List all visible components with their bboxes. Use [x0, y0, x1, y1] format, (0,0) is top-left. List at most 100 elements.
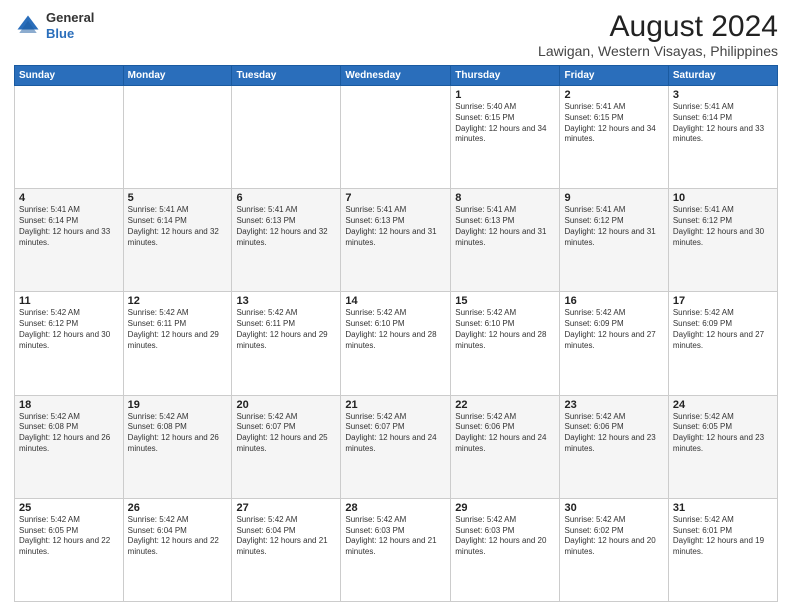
table-row: 15Sunrise: 5:42 AM Sunset: 6:10 PM Dayli…: [451, 292, 560, 395]
day-number: 1: [455, 89, 555, 101]
day-number: 15: [455, 295, 555, 307]
page-subtitle: Lawigan, Western Visayas, Philippines: [538, 43, 778, 59]
table-row: 31Sunrise: 5:42 AM Sunset: 6:01 PM Dayli…: [668, 498, 777, 601]
day-number: 5: [128, 192, 228, 204]
day-number: 19: [128, 399, 228, 411]
day-info: Sunrise: 5:41 AM Sunset: 6:13 PM Dayligh…: [236, 205, 336, 248]
table-row: 1Sunrise: 5:40 AM Sunset: 6:15 PM Daylig…: [451, 86, 560, 189]
header-thursday: Thursday: [451, 66, 560, 86]
header-saturday: Saturday: [668, 66, 777, 86]
table-row: 27Sunrise: 5:42 AM Sunset: 6:04 PM Dayli…: [232, 498, 341, 601]
table-row: 29Sunrise: 5:42 AM Sunset: 6:03 PM Dayli…: [451, 498, 560, 601]
day-number: 30: [564, 502, 663, 514]
table-row: 22Sunrise: 5:42 AM Sunset: 6:06 PM Dayli…: [451, 395, 560, 498]
table-row: 28Sunrise: 5:42 AM Sunset: 6:03 PM Dayli…: [341, 498, 451, 601]
day-number: 28: [345, 502, 446, 514]
day-number: 25: [19, 502, 119, 514]
day-info: Sunrise: 5:42 AM Sunset: 6:06 PM Dayligh…: [564, 412, 663, 455]
day-number: 6: [236, 192, 336, 204]
table-row: 5Sunrise: 5:41 AM Sunset: 6:14 PM Daylig…: [123, 189, 232, 292]
day-info: Sunrise: 5:42 AM Sunset: 6:09 PM Dayligh…: [564, 308, 663, 351]
table-row: 9Sunrise: 5:41 AM Sunset: 6:12 PM Daylig…: [560, 189, 668, 292]
table-row: 10Sunrise: 5:41 AM Sunset: 6:12 PM Dayli…: [668, 189, 777, 292]
table-row: 12Sunrise: 5:42 AM Sunset: 6:11 PM Dayli…: [123, 292, 232, 395]
day-info: Sunrise: 5:42 AM Sunset: 6:12 PM Dayligh…: [19, 308, 119, 351]
table-row: 21Sunrise: 5:42 AM Sunset: 6:07 PM Dayli…: [341, 395, 451, 498]
day-info: Sunrise: 5:42 AM Sunset: 6:03 PM Dayligh…: [345, 515, 446, 558]
day-number: 7: [345, 192, 446, 204]
day-number: 14: [345, 295, 446, 307]
calendar-header-row: Sunday Monday Tuesday Wednesday Thursday…: [15, 66, 778, 86]
title-block: August 2024 Lawigan, Western Visayas, Ph…: [538, 10, 778, 59]
day-info: Sunrise: 5:40 AM Sunset: 6:15 PM Dayligh…: [455, 102, 555, 145]
day-number: 21: [345, 399, 446, 411]
calendar-table: Sunday Monday Tuesday Wednesday Thursday…: [14, 65, 778, 602]
day-info: Sunrise: 5:41 AM Sunset: 6:13 PM Dayligh…: [455, 205, 555, 248]
table-row: 8Sunrise: 5:41 AM Sunset: 6:13 PM Daylig…: [451, 189, 560, 292]
calendar-week-2: 4 Sunrise: 5:41 AM Sunset: 6:14 PM Daylig…: [15, 189, 778, 292]
table-row: 19Sunrise: 5:42 AM Sunset: 6:08 PM Dayli…: [123, 395, 232, 498]
header-friday: Friday: [560, 66, 668, 86]
logo-icon: [14, 12, 42, 40]
header-sunday: Sunday: [15, 66, 124, 86]
day-info: Sunrise: 5:41 AM Sunset: 6:14 PM Dayligh…: [673, 102, 773, 145]
table-row: 13Sunrise: 5:42 AM Sunset: 6:11 PM Dayli…: [232, 292, 341, 395]
logo-blue-text: Blue: [46, 26, 74, 41]
day-number: 4: [19, 192, 119, 204]
table-row: 18Sunrise: 5:42 AM Sunset: 6:08 PM Dayli…: [15, 395, 124, 498]
day-number: 18: [19, 399, 119, 411]
day-info: Sunrise: 5:42 AM Sunset: 6:11 PM Dayligh…: [128, 308, 228, 351]
day-info: Sunrise: 5:42 AM Sunset: 6:05 PM Dayligh…: [19, 515, 119, 558]
calendar-week-4: 18Sunrise: 5:42 AM Sunset: 6:08 PM Dayli…: [15, 395, 778, 498]
table-row: 25Sunrise: 5:42 AM Sunset: 6:05 PM Dayli…: [15, 498, 124, 601]
day-number: 13: [236, 295, 336, 307]
table-row: 11Sunrise: 5:42 AM Sunset: 6:12 PM Dayli…: [15, 292, 124, 395]
calendar-week-3: 11Sunrise: 5:42 AM Sunset: 6:12 PM Dayli…: [15, 292, 778, 395]
day-number: 16: [564, 295, 663, 307]
day-number: 2: [564, 89, 663, 101]
day-number: 17: [673, 295, 773, 307]
day-info: Sunrise: 5:42 AM Sunset: 6:02 PM Dayligh…: [564, 515, 663, 558]
day-number: 12: [128, 295, 228, 307]
day-number: 8: [455, 192, 555, 204]
day-info: Sunrise: 5:42 AM Sunset: 6:10 PM Dayligh…: [345, 308, 446, 351]
day-info: Sunrise: 5:42 AM Sunset: 6:04 PM Dayligh…: [128, 515, 228, 558]
calendar-week-1: 1Sunrise: 5:40 AM Sunset: 6:15 PM Daylig…: [15, 86, 778, 189]
day-number: 24: [673, 399, 773, 411]
table-row: 4Sunrise: 5:41 AM Sunset: 6:14 PM Daylig…: [15, 189, 124, 292]
day-info: Sunrise: 5:42 AM Sunset: 6:05 PM Dayligh…: [673, 412, 773, 455]
table-row: 17Sunrise: 5:42 AM Sunset: 6:09 PM Dayli…: [668, 292, 777, 395]
table-row: [341, 86, 451, 189]
calendar-week-5: 25Sunrise: 5:42 AM Sunset: 6:05 PM Dayli…: [15, 498, 778, 601]
logo: General Blue: [14, 10, 94, 41]
day-info: Sunrise: 5:42 AM Sunset: 6:04 PM Dayligh…: [236, 515, 336, 558]
day-info: Sunrise: 5:41 AM Sunset: 6:12 PM Dayligh…: [564, 205, 663, 248]
table-row: 30Sunrise: 5:42 AM Sunset: 6:02 PM Dayli…: [560, 498, 668, 601]
day-info: Sunrise: 5:41 AM Sunset: 6:12 PM Dayligh…: [673, 205, 773, 248]
day-info: Sunrise: 5:41 AM Sunset: 6:14 PM Dayligh…: [128, 205, 228, 248]
page: General Blue August 2024 Lawigan, Wester…: [0, 0, 792, 612]
page-title: August 2024: [538, 10, 778, 43]
table-row: [232, 86, 341, 189]
day-number: 10: [673, 192, 773, 204]
table-row: 20Sunrise: 5:42 AM Sunset: 6:07 PM Dayli…: [232, 395, 341, 498]
day-number: 23: [564, 399, 663, 411]
table-row: 14Sunrise: 5:42 AM Sunset: 6:10 PM Dayli…: [341, 292, 451, 395]
day-info: Sunrise: 5:42 AM Sunset: 6:07 PM Dayligh…: [236, 412, 336, 455]
day-number: 29: [455, 502, 555, 514]
day-info: Sunrise: 5:42 AM Sunset: 6:07 PM Dayligh…: [345, 412, 446, 455]
logo-general-text: General: [46, 10, 94, 25]
header-tuesday: Tuesday: [232, 66, 341, 86]
day-number: 27: [236, 502, 336, 514]
day-number: 20: [236, 399, 336, 411]
table-row: 24Sunrise: 5:42 AM Sunset: 6:05 PM Dayli…: [668, 395, 777, 498]
table-row: 26Sunrise: 5:42 AM Sunset: 6:04 PM Dayli…: [123, 498, 232, 601]
header-wednesday: Wednesday: [341, 66, 451, 86]
day-info: Sunrise: 5:41 AM Sunset: 6:15 PM Dayligh…: [564, 102, 663, 145]
table-row: 23Sunrise: 5:42 AM Sunset: 6:06 PM Dayli…: [560, 395, 668, 498]
table-row: 16Sunrise: 5:42 AM Sunset: 6:09 PM Dayli…: [560, 292, 668, 395]
day-info: Sunrise: 5:42 AM Sunset: 6:06 PM Dayligh…: [455, 412, 555, 455]
day-info: Sunrise: 5:41 AM Sunset: 6:13 PM Dayligh…: [345, 205, 446, 248]
table-row: [15, 86, 124, 189]
day-info: Sunrise: 5:42 AM Sunset: 6:11 PM Dayligh…: [236, 308, 336, 351]
